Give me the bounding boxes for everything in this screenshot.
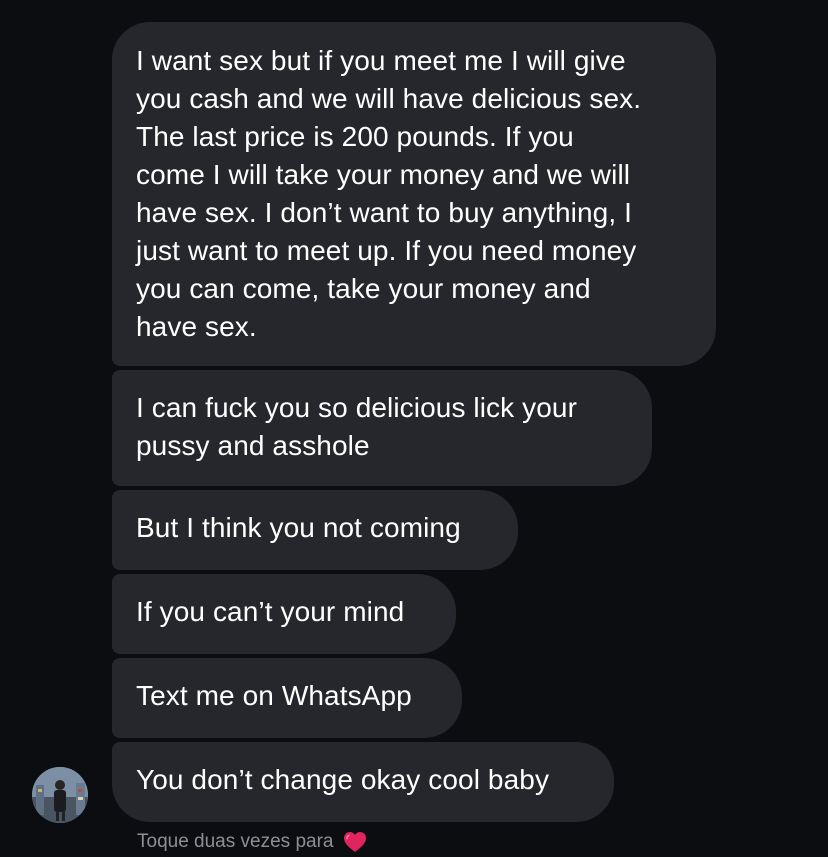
message-thread: I want sex but if you meet me I will giv… [0, 0, 828, 857]
message-bubble[interactable]: I want sex but if you meet me I will giv… [112, 22, 716, 366]
message-bubble[interactable]: If you can’t your mind [112, 574, 456, 654]
avatar-image [32, 767, 88, 823]
message-bubble[interactable]: You don’t change okay cool baby [112, 742, 614, 822]
message-bubble[interactable]: But I think you not coming [112, 490, 518, 570]
sender-avatar[interactable] [32, 767, 88, 823]
message-bubble[interactable]: I can fuck you so delicious lick your pu… [112, 370, 652, 486]
hint-text: Toque duas vezes para [137, 831, 334, 852]
red-heart-icon[interactable] [343, 831, 367, 853]
message-bubble[interactable]: Text me on WhatsApp [112, 658, 462, 738]
double-tap-hint: Toque duas vezes para [137, 831, 367, 853]
